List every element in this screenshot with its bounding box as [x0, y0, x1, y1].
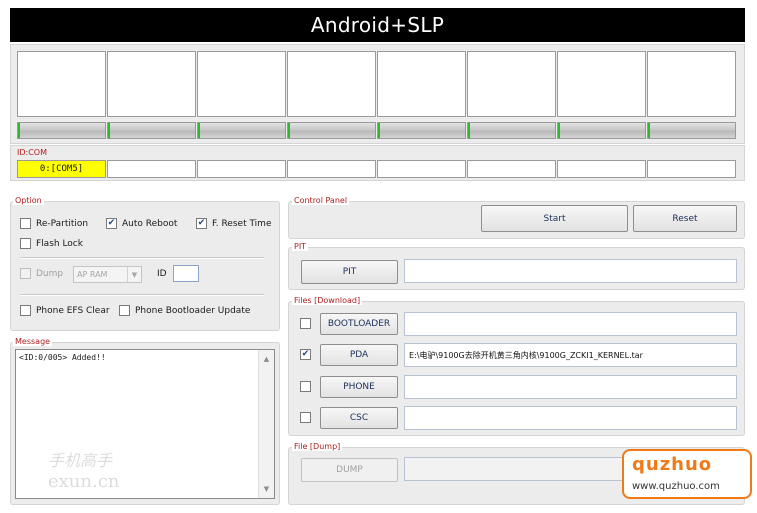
id-label: ID	[157, 269, 167, 279]
re-partition-box[interactable]	[20, 218, 31, 229]
dump-box	[20, 268, 31, 279]
id-com-label: ID:COM	[17, 148, 47, 157]
progress-bar-7	[557, 122, 646, 139]
id-com-cell-4	[287, 160, 376, 178]
message-text: <ID:0/005> Added!!	[19, 353, 106, 362]
message-group-label: Message	[13, 337, 53, 346]
pit-button[interactable]: PIT	[301, 260, 398, 284]
file-dump-label: File [Dump]	[292, 442, 343, 451]
flash-lock-checkbox[interactable]: Flash Lock	[20, 238, 83, 249]
bootloader-path-field[interactable]	[404, 312, 737, 336]
id-com-cell-8	[647, 160, 736, 178]
csc-checkbox[interactable]	[300, 412, 311, 423]
port-display-4	[287, 51, 376, 117]
start-button[interactable]: Start	[481, 205, 628, 232]
id-com-cell-2	[107, 160, 196, 178]
id-com-cell-5	[377, 160, 466, 178]
chevron-down-icon: ▼	[127, 267, 141, 282]
phone-button[interactable]: PHONE	[320, 376, 398, 398]
phone-checkbox[interactable]	[300, 381, 311, 392]
re-partition-checkbox[interactable]: Re-Partition	[20, 218, 88, 229]
auto-reboot-checkbox[interactable]: ✔ Auto Reboot	[106, 218, 177, 229]
auto-reboot-box[interactable]: ✔	[106, 218, 117, 229]
port-display-7	[557, 51, 646, 117]
option-divider-1	[20, 257, 264, 259]
progress-bar-6	[467, 122, 556, 139]
port-display-8	[647, 51, 736, 117]
quzhuo-watermark: quzhuo www.quzhuo.com	[622, 449, 752, 499]
f-reset-time-checkbox[interactable]: ✔ F. Reset Time	[196, 218, 271, 229]
exun-watermark: 手机高手 exun.cn	[48, 447, 148, 493]
scroll-down-icon[interactable]: ▼	[259, 482, 274, 496]
quzhuo-url: www.quzhuo.com	[632, 481, 720, 492]
dump-label: Dump	[36, 268, 64, 279]
phone-efs-clear-label: Phone EFS Clear	[36, 305, 110, 316]
control-panel-label: Control Panel	[292, 196, 350, 205]
progress-bar-5	[377, 122, 466, 139]
port-display-6	[467, 51, 556, 117]
bootloader-checkbox[interactable]	[300, 318, 311, 329]
dump-checkbox: Dump	[20, 268, 63, 279]
bootloader-button[interactable]: BOOTLOADER	[320, 313, 398, 335]
f-reset-time-box[interactable]: ✔	[196, 218, 207, 229]
id-input[interactable]	[173, 265, 199, 282]
reset-button[interactable]: Reset	[633, 205, 737, 232]
port-display-2	[107, 51, 196, 117]
option-group-label: Option	[13, 196, 44, 205]
csc-path-field[interactable]	[404, 406, 737, 430]
app-title: Android+SLP	[10, 8, 745, 42]
files-download-label: Files [Download]	[292, 296, 363, 305]
phone-bootloader-update-checkbox[interactable]: Phone Bootloader Update	[119, 305, 250, 316]
exun-watermark-top: 手机高手	[48, 451, 113, 470]
progress-bar-1	[17, 122, 106, 139]
port-display-1	[17, 51, 106, 117]
auto-reboot-label: Auto Reboot	[122, 218, 178, 229]
dump-type-select: AP RAM ▼	[73, 266, 142, 283]
port-display-5	[377, 51, 466, 117]
exun-watermark-bottom: exun.cn	[48, 471, 120, 492]
csc-button[interactable]: CSC	[320, 407, 398, 429]
progress-bar-4	[287, 122, 376, 139]
phone-bootloader-update-label: Phone Bootloader Update	[135, 305, 251, 316]
re-partition-label: Re-Partition	[36, 218, 89, 229]
flash-lock-label: Flash Lock	[36, 238, 83, 249]
pit-path-field[interactable]	[404, 259, 737, 283]
port-display-3	[197, 51, 286, 117]
message-scrollbar[interactable]: ▲ ▼	[258, 350, 274, 498]
pda-button[interactable]: PDA	[320, 344, 398, 366]
scroll-up-icon[interactable]: ▲	[259, 352, 274, 366]
progress-bar-3	[197, 122, 286, 139]
flash-lock-box[interactable]	[20, 238, 31, 249]
pda-checkbox[interactable]: ✔	[300, 349, 311, 360]
phone-path-field[interactable]	[404, 375, 737, 399]
progress-bar-2	[107, 122, 196, 139]
phone-bootloader-update-box[interactable]	[119, 305, 130, 316]
f-reset-time-label: F. Reset Time	[212, 218, 272, 229]
option-divider-2	[20, 294, 264, 296]
progress-bar-8	[647, 122, 736, 139]
id-com-cell-6	[467, 160, 556, 178]
id-com-area: ID:COM 0:[COM5]	[10, 145, 745, 181]
port-status-area	[10, 44, 745, 144]
dump-type-value: AP RAM	[77, 270, 108, 279]
phone-efs-clear-box[interactable]	[20, 305, 31, 316]
pit-group-label: PIT	[292, 242, 309, 251]
pda-path-field[interactable]: E:\电驴\9100G去除开机黄三角内核\9100G_ZCKI1_KERNEL.…	[404, 343, 737, 367]
id-com-cell-7	[557, 160, 646, 178]
id-com-cell-3	[197, 160, 286, 178]
quzhuo-logo: quzhuo	[632, 454, 713, 475]
id-com-cell-1: 0:[COM5]	[17, 160, 106, 178]
dump-button: DUMP	[301, 458, 398, 482]
phone-efs-clear-checkbox[interactable]: Phone EFS Clear	[20, 305, 110, 316]
